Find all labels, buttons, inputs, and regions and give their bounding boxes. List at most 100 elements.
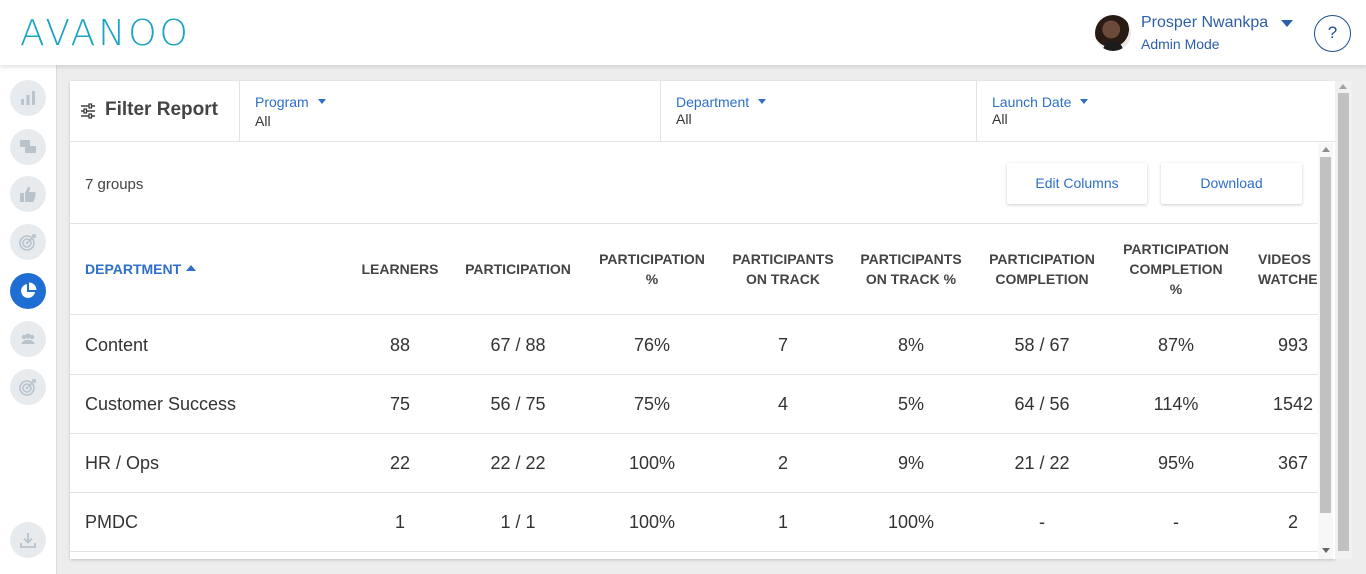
- table-cell: 114%: [1153, 394, 1199, 414]
- table-row[interactable]: Content 88 67 / 88 76% 7 8% 58 / 67 87% 993: [70, 316, 1318, 375]
- table-scrollbar[interactable]: [1318, 143, 1333, 559]
- chevron-down-icon[interactable]: [1080, 99, 1089, 104]
- column-header-text: DEPARTMENT: [85, 261, 182, 277]
- scroll-down-icon[interactable]: [1322, 548, 1330, 553]
- report-table: DEPARTMENT LEARNERS PARTICIPATION PARTICIPA…: [70, 224, 1318, 559]
- column-header[interactable]: PARTICIPATION COMPLETION: [972, 249, 1112, 289]
- column-header[interactable]: PARTICIPANTS ON TRACK: [713, 249, 853, 289]
- table-cell: 1: [394, 512, 405, 532]
- table-cell: 1542: [1272, 394, 1314, 414]
- launch-date-filter[interactable]: Launch Date All: [977, 81, 1335, 142]
- table-cell: 367: [1277, 453, 1309, 473]
- pie-chart-icon[interactable]: [10, 273, 46, 309]
- table-cell: 64 / 56: [1014, 394, 1070, 414]
- group-count: 7 groups: [85, 176, 144, 193]
- department-cell: HR / Ops: [85, 453, 160, 473]
- launch-date-filter-label[interactable]: Launch Date: [992, 94, 1071, 110]
- sort-ascending-icon[interactable]: [186, 265, 197, 271]
- table-cell: 993: [1277, 335, 1309, 355]
- chevron-down-icon[interactable]: [317, 99, 326, 104]
- bar-chart-icon[interactable]: [10, 80, 46, 116]
- column-header-text: %: [1169, 281, 1183, 297]
- avanoo-logo[interactable]: AVANOO: [20, 14, 191, 54]
- column-header-text: PARTICIPATION: [989, 251, 1095, 267]
- column-header[interactable]: PARTICIPANTS ON TRACK %: [841, 249, 981, 289]
- department-cell: PMDC: [85, 512, 138, 532]
- table-cell: 2: [777, 453, 788, 473]
- scroll-up-icon[interactable]: [1322, 147, 1330, 152]
- user-menu-caret-icon[interactable]: [1281, 20, 1293, 27]
- group-icon[interactable]: [10, 321, 46, 357]
- user-name[interactable]: Prosper Nwankpa: [1141, 14, 1268, 32]
- sliders-icon: [81, 103, 95, 119]
- download-icon[interactable]: [10, 522, 46, 558]
- column-header-text: COMPLETION: [995, 271, 1089, 287]
- table-cell: 75: [389, 394, 411, 414]
- program-filter-label[interactable]: Program: [255, 94, 309, 110]
- program-filter[interactable]: Program All: [240, 81, 661, 142]
- table-cell: 22: [389, 453, 411, 473]
- sidebar: [0, 65, 57, 574]
- department-cell: Content: [85, 335, 149, 355]
- department-cell: Customer Success: [85, 394, 237, 414]
- table-cell: 100%: [628, 453, 676, 473]
- table-cell: 87%: [1157, 335, 1195, 355]
- table-cell: 100%: [628, 512, 676, 532]
- department-filter-value[interactable]: All: [676, 111, 692, 127]
- table-cell: 1: [777, 512, 788, 532]
- target-icon[interactable]: [10, 369, 46, 405]
- column-header-text: PARTICIPATION: [465, 261, 571, 277]
- table-cell: 9%: [897, 453, 924, 473]
- table-cell: 100%: [887, 512, 935, 532]
- table-cell: 76%: [633, 335, 671, 355]
- user-mode-label: Admin Mode: [1141, 36, 1220, 52]
- thumbs-up-icon[interactable]: [10, 176, 46, 212]
- page-scrollbar-thumb[interactable]: [1338, 93, 1349, 551]
- table-scrollbar-thumb[interactable]: [1320, 157, 1331, 513]
- table-cell: 4: [777, 394, 788, 414]
- table-cell: 5%: [897, 394, 924, 414]
- column-header-text: VIDEOS: [1258, 251, 1311, 267]
- department-filter[interactable]: Department All: [661, 81, 977, 142]
- column-header-text: ON TRACK: [746, 271, 820, 287]
- table-cell: 7: [777, 335, 788, 355]
- table-row[interactable]: PMDC 1 1 / 1 100% 1 100% - - 2: [70, 493, 1318, 552]
- table-row[interactable]: HR / Ops 22 22 / 22 100% 2 9% 21 / 22 95% 367: [70, 434, 1318, 493]
- chevron-down-icon[interactable]: [758, 99, 767, 104]
- user-avatar[interactable]: [1095, 15, 1131, 51]
- chat-bubbles-icon[interactable]: [10, 129, 46, 165]
- scroll-up-icon[interactable]: [1339, 84, 1347, 89]
- download-button[interactable]: Download: [1161, 163, 1302, 204]
- column-header[interactable]: PARTICIPATION COMPLETION%: [1106, 239, 1246, 299]
- table-cell: 21 / 22: [1014, 453, 1070, 473]
- column-header[interactable]: PARTICIPATION: [448, 259, 588, 279]
- table-cell: 67 / 88: [490, 335, 546, 355]
- table-cell: -: [1039, 512, 1045, 532]
- table-cell: 22 / 22: [490, 453, 546, 473]
- column-header[interactable]: VIDEOS WATCHE: [1258, 249, 1318, 289]
- filter-report-title: Filter Report: [105, 99, 218, 120]
- column-header-text: PARTICIPATION: [599, 251, 705, 267]
- column-header-text: ON TRACK %: [865, 271, 957, 287]
- table-cell: 88: [389, 335, 411, 355]
- table-header: DEPARTMENT LEARNERS PARTICIPATION PARTICIPA…: [70, 224, 1318, 315]
- table-row[interactable]: Customer Success 75 56 / 75 75% 4 5% 64 / 56 11…: [70, 375, 1318, 434]
- column-header-department[interactable]: DEPARTMENT: [85, 259, 197, 279]
- table-cell: 95%: [1157, 453, 1195, 473]
- table-cell: 58 / 67: [1014, 335, 1070, 355]
- edit-columns-button[interactable]: Edit Columns: [1007, 163, 1147, 204]
- launch-date-filter-value[interactable]: All: [992, 111, 1008, 127]
- table-cell: 75%: [633, 394, 671, 414]
- target-icon[interactable]: [10, 224, 46, 260]
- report-panel: Filter Report Program All Department All…: [70, 81, 1335, 559]
- column-header-text: PARTICIPATION: [1123, 241, 1229, 257]
- program-filter-value[interactable]: All: [255, 113, 271, 129]
- table-cell: -: [1173, 512, 1179, 532]
- help-button[interactable]: ?: [1314, 15, 1351, 52]
- column-header-text: WATCHE: [1258, 271, 1318, 287]
- department-filter-label[interactable]: Department: [676, 94, 749, 110]
- table-cell: 1 / 1: [500, 512, 536, 532]
- page-scrollbar[interactable]: [1335, 81, 1352, 559]
- column-header-text: PARTICIPANTS: [860, 251, 962, 267]
- column-header[interactable]: PARTICIPATION%: [582, 249, 722, 289]
